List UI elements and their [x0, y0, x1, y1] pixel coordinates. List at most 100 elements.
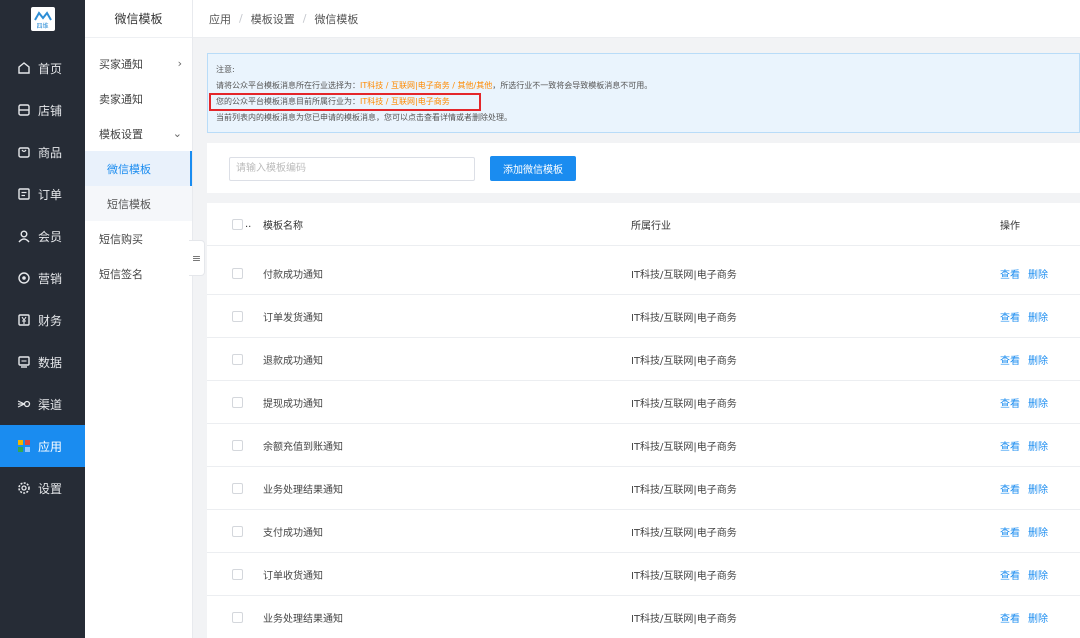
- view-link[interactable]: 查看: [1000, 481, 1020, 496]
- nav-item-home[interactable]: 首页: [0, 47, 85, 89]
- marketing-icon: [16, 270, 32, 286]
- template-industry: IT科技/互联网|电子商务: [631, 399, 737, 410]
- delete-link[interactable]: 删除: [1028, 438, 1048, 453]
- table-row: 提现成功通知 IT科技/互联网|电子商务 查看 删除: [207, 381, 1080, 424]
- nav-item-finance[interactable]: 财务: [0, 299, 85, 341]
- menu-icon: ≡: [191, 251, 202, 265]
- template-name: 余额充值到账通知: [263, 442, 343, 453]
- delete-link[interactable]: 删除: [1028, 524, 1048, 539]
- view-link[interactable]: 查看: [1000, 309, 1020, 324]
- nav-item-apps[interactable]: 应用: [0, 425, 85, 467]
- finance-icon: [16, 312, 32, 328]
- sub-item-sms-template[interactable]: 短信模板: [85, 186, 192, 221]
- settings-icon: [16, 480, 32, 496]
- view-link[interactable]: 查看: [1000, 266, 1020, 281]
- breadcrumb-item[interactable]: 模板设置: [251, 11, 295, 27]
- row-checkbox[interactable]: [232, 397, 243, 408]
- select-all-checkbox[interactable]: [232, 219, 243, 230]
- notice-line-3: 当前列表内的模板消息为您已申请的模板消息，您可以点击查看详情或者删除处理。: [216, 113, 512, 122]
- nav-label: 会员: [38, 229, 63, 244]
- sub-menu: 微信模板 买家通知 › 卖家通知 模板设置 ⌄ 微信模板 短信模板 短信购买 短…: [85, 0, 193, 638]
- goods-icon: [16, 144, 32, 160]
- sub-item-seller-notice[interactable]: 卖家通知: [85, 81, 192, 116]
- home-icon: [16, 60, 32, 76]
- row-checkbox[interactable]: [232, 311, 243, 322]
- nav-item-channel[interactable]: 渠道: [0, 383, 85, 425]
- view-link[interactable]: 查看: [1000, 395, 1020, 410]
- nav-label: 商品: [38, 145, 63, 160]
- main-nav: 四维 首页 店铺 商品 订单 会员 营销 财务 数据 渠道 应用 设置: [0, 0, 85, 638]
- template-industry: IT科技/互联网|电子商务: [631, 313, 737, 324]
- table-row: 退款成功通知 IT科技/互联网|电子商务 查看 删除: [207, 338, 1080, 381]
- template-name: 订单收货通知: [263, 571, 323, 582]
- nav-label: 渠道: [38, 397, 63, 412]
- sub-item-sms-signature[interactable]: 短信签名: [85, 256, 192, 291]
- delete-link[interactable]: 删除: [1028, 610, 1048, 625]
- sub-item-template-settings[interactable]: 模板设置 ⌄: [85, 116, 192, 151]
- nav-item-shop[interactable]: 店铺: [0, 89, 85, 131]
- nav-label: 店铺: [38, 103, 63, 118]
- sub-item-sms-purchase[interactable]: 短信购买: [85, 221, 192, 256]
- nav-item-settings[interactable]: 设置: [0, 467, 85, 509]
- logo[interactable]: 四维: [0, 0, 85, 38]
- template-name: 退款成功通知: [263, 356, 323, 367]
- nav-label: 设置: [38, 481, 63, 496]
- sub-item-buyer-notice[interactable]: 买家通知 ›: [85, 46, 192, 81]
- sub-item-label: 买家通知: [99, 57, 143, 71]
- template-industry: IT科技/互联网|电子商务: [631, 571, 737, 582]
- breadcrumb-item[interactable]: 应用: [209, 11, 231, 27]
- sub-item-label: 微信模板: [107, 162, 151, 176]
- collapse-menu-handle[interactable]: ≡: [189, 240, 205, 276]
- table-header: .. 模板名称 所属行业 操作: [207, 203, 1080, 246]
- delete-link[interactable]: 删除: [1028, 266, 1048, 281]
- row-actions: 查看 删除: [1000, 252, 1056, 295]
- delete-link[interactable]: 删除: [1028, 352, 1048, 367]
- row-actions: 查看 删除: [1000, 596, 1056, 638]
- sub-item-wechat-template[interactable]: 微信模板: [85, 151, 192, 186]
- row-checkbox[interactable]: [232, 440, 243, 451]
- row-checkbox[interactable]: [232, 268, 243, 279]
- nav-item-order[interactable]: 订单: [0, 173, 85, 215]
- column-header-name: 模板名称: [263, 221, 303, 232]
- nav-item-marketing[interactable]: 营销: [0, 257, 85, 299]
- notice-text: ，所选行业不一致将会导致模板消息不可用。: [492, 81, 653, 90]
- view-link[interactable]: 查看: [1000, 567, 1020, 582]
- chevron-down-icon: ⌄: [172, 127, 182, 140]
- view-link[interactable]: 查看: [1000, 524, 1020, 539]
- nav-item-member[interactable]: 会员: [0, 215, 85, 257]
- template-name: 支付成功通知: [263, 528, 323, 539]
- delete-link[interactable]: 删除: [1028, 309, 1048, 324]
- add-wechat-template-button[interactable]: 添加微信模板: [490, 156, 576, 181]
- template-industry: IT科技/互联网|电子商务: [631, 356, 737, 367]
- sub-item-label: 短信模板: [107, 197, 151, 211]
- nav-label: 订单: [38, 187, 63, 202]
- row-actions: 查看 删除: [1000, 338, 1056, 381]
- row-actions: 查看 删除: [1000, 467, 1056, 510]
- logo-text: 四维: [36, 23, 49, 30]
- row-checkbox[interactable]: [232, 612, 243, 623]
- delete-link[interactable]: 删除: [1028, 567, 1048, 582]
- breadcrumb: 应用 / 模板设置 / 微信模板: [193, 0, 1080, 38]
- template-industry: IT科技/互联网|电子商务: [631, 270, 737, 281]
- nav-label: 应用: [38, 439, 63, 454]
- row-checkbox[interactable]: [232, 569, 243, 580]
- view-link[interactable]: 查看: [1000, 438, 1020, 453]
- nav-item-data[interactable]: 数据: [0, 341, 85, 383]
- sub-item-label: 卖家通知: [99, 92, 143, 106]
- template-code-search-input[interactable]: 请输入模板编码: [229, 157, 475, 181]
- sub-menu-title: 微信模板: [85, 0, 192, 38]
- nav-item-goods[interactable]: 商品: [0, 131, 85, 173]
- template-table: .. 模板名称 所属行业 操作 付款成功通知 IT科技/互联网|电子商务 查看 删除订…: [207, 203, 1080, 638]
- breadcrumb-separator: /: [302, 12, 307, 25]
- row-checkbox[interactable]: [232, 354, 243, 365]
- table-row: 余额充值到账通知 IT科技/互联网|电子商务 查看 删除: [207, 424, 1080, 467]
- row-checkbox[interactable]: [232, 526, 243, 537]
- order-icon: [16, 186, 32, 202]
- view-link[interactable]: 查看: [1000, 610, 1020, 625]
- delete-link[interactable]: 删除: [1028, 481, 1048, 496]
- notice-highlight: IT科技 / 互联网|电子商务 / 其他/其他: [360, 81, 493, 90]
- row-checkbox[interactable]: [232, 483, 243, 494]
- sub-item-label: 短信购买: [99, 232, 143, 246]
- view-link[interactable]: 查看: [1000, 352, 1020, 367]
- delete-link[interactable]: 删除: [1028, 395, 1048, 410]
